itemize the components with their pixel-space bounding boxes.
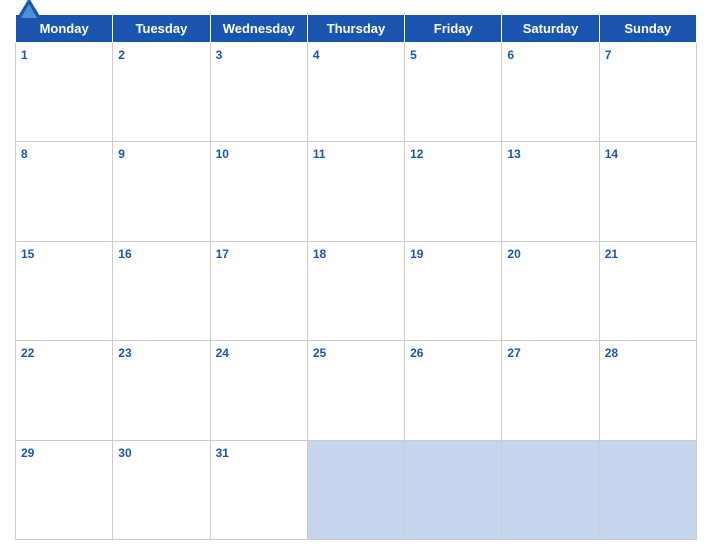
date-cell: 11 <box>307 142 404 241</box>
date-cell: 21 <box>599 241 696 340</box>
date-cell: 24 <box>210 341 307 440</box>
date-cell: 1 <box>16 43 113 142</box>
calendar-row: 22 23 24 25 26 27 28 <box>16 341 697 440</box>
date-number: 21 <box>605 247 618 261</box>
date-number: 7 <box>605 48 612 62</box>
logo-icon <box>15 0 43 24</box>
date-cell: 6 <box>502 43 599 142</box>
date-number: 31 <box>216 446 229 460</box>
date-number: 17 <box>216 247 229 261</box>
date-cell: 29 <box>16 440 113 539</box>
day-header-saturday: Saturday <box>502 15 599 43</box>
date-cell: 5 <box>405 43 502 142</box>
empty-cell <box>599 440 696 539</box>
calendar-table: MondayTuesdayWednesdayThursdayFridaySatu… <box>15 14 697 540</box>
date-cell: 23 <box>113 341 210 440</box>
date-cell: 25 <box>307 341 404 440</box>
date-number: 26 <box>410 346 423 360</box>
logo <box>15 0 47 24</box>
calendar-row: 1 2 3 4 5 6 7 <box>16 43 697 142</box>
date-number: 13 <box>507 147 520 161</box>
date-number: 8 <box>21 147 28 161</box>
date-number: 5 <box>410 48 417 62</box>
date-cell: 31 <box>210 440 307 539</box>
calendar-row: 29 30 31 <box>16 440 697 539</box>
date-cell: 28 <box>599 341 696 440</box>
date-cell: 27 <box>502 341 599 440</box>
day-header-wednesday: Wednesday <box>210 15 307 43</box>
date-number: 29 <box>21 446 34 460</box>
date-number: 23 <box>118 346 131 360</box>
date-number: 22 <box>21 346 34 360</box>
empty-cell <box>502 440 599 539</box>
date-number: 10 <box>216 147 229 161</box>
calendar-row: 15 16 17 18 19 20 21 <box>16 241 697 340</box>
date-cell: 22 <box>16 341 113 440</box>
date-cell: 18 <box>307 241 404 340</box>
date-number: 25 <box>313 346 326 360</box>
date-cell: 20 <box>502 241 599 340</box>
date-cell: 3 <box>210 43 307 142</box>
date-cell: 16 <box>113 241 210 340</box>
date-cell: 2 <box>113 43 210 142</box>
date-number: 6 <box>507 48 514 62</box>
date-cell: 15 <box>16 241 113 340</box>
day-header-thursday: Thursday <box>307 15 404 43</box>
date-number: 9 <box>118 147 125 161</box>
date-cell: 30 <box>113 440 210 539</box>
date-number: 20 <box>507 247 520 261</box>
date-number: 11 <box>313 147 326 161</box>
date-number: 16 <box>118 247 131 261</box>
date-cell: 9 <box>113 142 210 241</box>
date-cell: 4 <box>307 43 404 142</box>
date-number: 1 <box>21 48 28 62</box>
date-number: 3 <box>216 48 223 62</box>
date-cell: 10 <box>210 142 307 241</box>
calendar-row: 8 9 10 11 12 13 14 <box>16 142 697 241</box>
date-number: 18 <box>313 247 326 261</box>
date-cell: 7 <box>599 43 696 142</box>
empty-cell <box>307 440 404 539</box>
date-number: 27 <box>507 346 520 360</box>
empty-cell <box>405 440 502 539</box>
date-number: 15 <box>21 247 34 261</box>
date-cell: 13 <box>502 142 599 241</box>
date-cell: 19 <box>405 241 502 340</box>
day-header-friday: Friday <box>405 15 502 43</box>
date-number: 4 <box>313 48 320 62</box>
date-number: 24 <box>216 346 229 360</box>
date-cell: 12 <box>405 142 502 241</box>
date-cell: 8 <box>16 142 113 241</box>
day-header-tuesday: Tuesday <box>113 15 210 43</box>
day-header-sunday: Sunday <box>599 15 696 43</box>
date-number: 28 <box>605 346 618 360</box>
date-number: 2 <box>118 48 125 62</box>
date-cell: 17 <box>210 241 307 340</box>
date-cell: 14 <box>599 142 696 241</box>
date-number: 19 <box>410 247 423 261</box>
date-number: 12 <box>410 147 423 161</box>
date-number: 14 <box>605 147 618 161</box>
date-cell: 26 <box>405 341 502 440</box>
date-number: 30 <box>118 446 131 460</box>
